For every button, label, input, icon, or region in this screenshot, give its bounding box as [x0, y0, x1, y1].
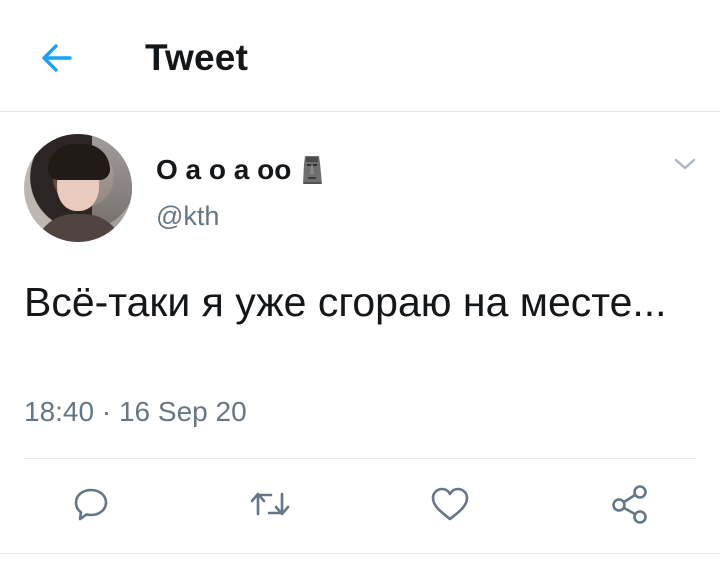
back-button[interactable]	[32, 36, 80, 80]
chevron-down-icon	[674, 158, 696, 170]
share-button[interactable]	[608, 482, 652, 526]
like-button[interactable]	[428, 482, 472, 526]
more-options-button[interactable]	[670, 152, 700, 176]
share-icon	[612, 485, 647, 524]
top-bar: Tweet	[0, 0, 720, 112]
reply-button[interactable]	[69, 482, 113, 526]
retweet-button[interactable]	[248, 482, 292, 526]
tweet: О а о а оо @kth Всё-таки я уже сгораю на…	[0, 112, 720, 566]
timestamp[interactable]: 18:40 · 16 Sep 20	[24, 396, 247, 428]
bottom-divider	[0, 553, 720, 554]
timestamp-separator: ·	[101, 396, 112, 427]
display-name[interactable]: О а о а оо	[156, 154, 323, 186]
like-icon	[431, 487, 469, 521]
retweet-icon	[250, 492, 290, 516]
tweet-time: 18:40	[24, 396, 95, 427]
tweet-date: 16 Sep 20	[118, 396, 247, 427]
divider	[24, 458, 696, 459]
user-handle[interactable]: @kth	[156, 200, 219, 232]
display-name-text: О а о а оо	[156, 154, 292, 185]
moai-icon	[303, 156, 323, 184]
tweet-text: Всё-таки я уже сгораю на месте...	[24, 279, 667, 325]
reply-icon	[74, 488, 108, 521]
page-title: Tweet	[145, 37, 249, 78]
avatar[interactable]	[24, 134, 132, 242]
back-arrow-icon	[42, 44, 72, 72]
